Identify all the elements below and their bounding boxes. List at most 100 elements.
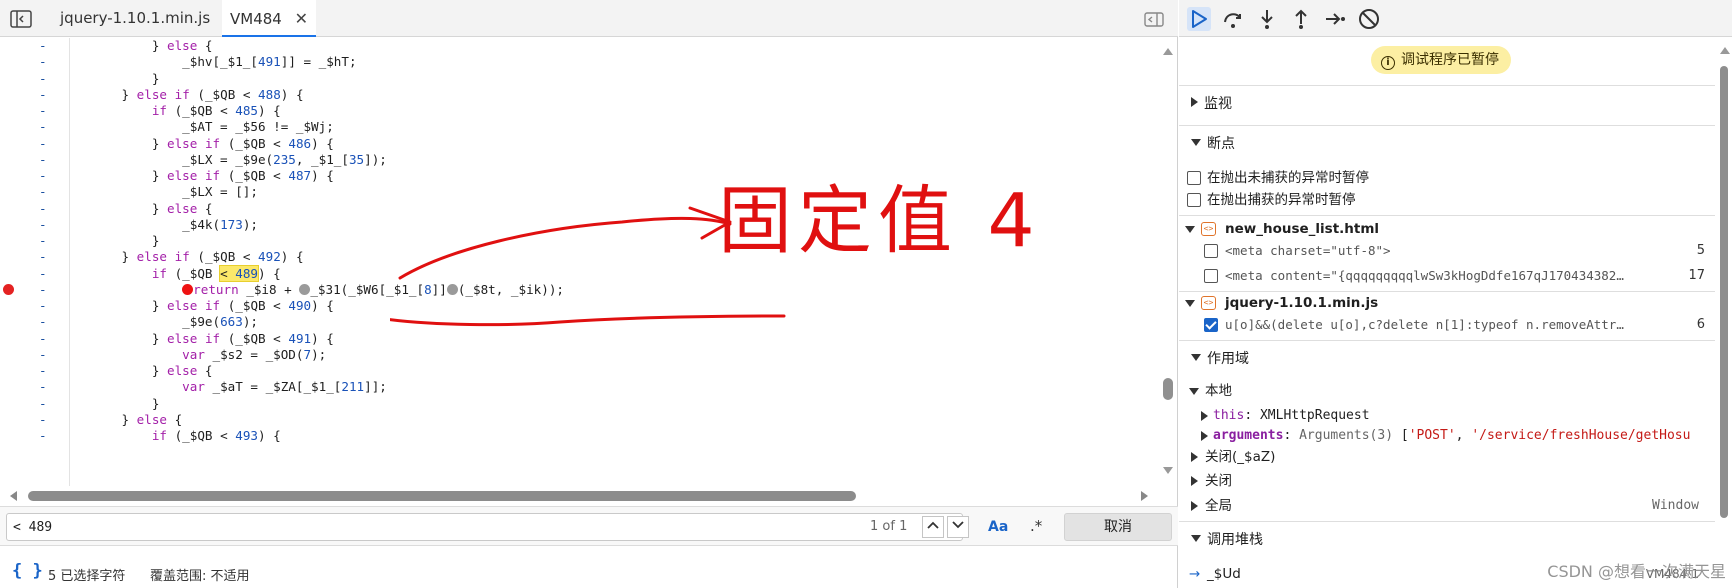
step-icon[interactable] bbox=[1323, 7, 1347, 31]
inline-breakpoint-icon[interactable] bbox=[182, 284, 194, 295]
scroll-up-icon[interactable] bbox=[1162, 46, 1174, 56]
scope-local[interactable]: 本地 bbox=[1179, 380, 1715, 402]
section-breakpoints[interactable]: 断点 bbox=[1179, 125, 1715, 161]
bp-file-new-house[interactable]: <> new_house_list.html bbox=[1179, 218, 1715, 240]
editor-tab-bar: jquery-1.10.1.min.js VM484 ✕ bbox=[0, 0, 1178, 37]
info-icon: i bbox=[1381, 56, 1395, 70]
editor-vscroll-thumb[interactable] bbox=[1163, 378, 1173, 400]
line-marker[interactable]: - bbox=[39, 248, 47, 266]
scope-local-label: 本地 bbox=[1205, 383, 1232, 399]
tab-label: VM484 bbox=[230, 10, 282, 28]
file-js-icon: <> bbox=[1201, 296, 1216, 310]
line-marker[interactable]: - bbox=[39, 427, 47, 445]
chevron-down-icon bbox=[952, 521, 964, 529]
debugger-toolbar bbox=[1179, 0, 1732, 37]
step-into-icon[interactable] bbox=[1255, 7, 1279, 31]
inline-breakpoint-icon[interactable] bbox=[446, 284, 458, 295]
step-over-icon[interactable] bbox=[1221, 7, 1245, 31]
search-next-button[interactable] bbox=[947, 516, 969, 538]
bp-file-jquery[interactable]: <> jquery-1.10.1.min.js bbox=[1179, 292, 1715, 314]
pause-caught-checkbox[interactable] bbox=[1187, 193, 1201, 207]
scope-global[interactable]: 全局 Window bbox=[1179, 495, 1715, 517]
deactivate-breakpoints-icon[interactable] bbox=[1357, 7, 1381, 31]
source-panel: jquery-1.10.1.min.js VM484 ✕ - } else {-… bbox=[0, 0, 1178, 588]
scroll-down-icon[interactable] bbox=[1162, 466, 1174, 476]
section-scope[interactable]: 作用域 bbox=[1179, 340, 1715, 376]
pause-uncaught-option[interactable]: 在抛出未捕获的异常时暂停 bbox=[1179, 167, 1715, 189]
bp-entry[interactable]: u[o]&&(delete u[o],c?delete n[1]:typeof … bbox=[1179, 314, 1715, 336]
bp-entry[interactable]: <meta charset="utf-8"> 5 bbox=[1179, 240, 1715, 262]
tab-vm484[interactable]: VM484 ✕ bbox=[222, 0, 317, 37]
collapse-triangle-icon bbox=[1185, 226, 1195, 233]
divider bbox=[1179, 215, 1715, 216]
scope-closure[interactable]: 关闭 bbox=[1179, 470, 1715, 492]
section-label: 作用域 bbox=[1207, 351, 1249, 367]
toggle-debugger-icon[interactable] bbox=[1144, 12, 1164, 27]
scope-arguments[interactable]: arguments: Arguments(3) ['POST', '/servi… bbox=[1179, 425, 1715, 447]
annotation-text: 固定值 4 bbox=[718, 178, 1041, 264]
collapse-triangle-icon bbox=[1185, 300, 1195, 307]
scope-args-s1: 'POST' bbox=[1408, 428, 1456, 443]
expand-triangle-icon bbox=[1201, 431, 1208, 441]
collapse-triangle-icon bbox=[1189, 388, 1199, 395]
pause-uncaught-checkbox[interactable] bbox=[1187, 171, 1201, 185]
collapse-triangle-icon bbox=[1191, 535, 1201, 542]
bp-file-name: new_house_list.html bbox=[1225, 221, 1380, 237]
match-case-toggle[interactable]: Aa bbox=[988, 519, 1008, 535]
step-out-icon[interactable] bbox=[1289, 7, 1313, 31]
search-bar: 1 of 1 Aa .* 取消 bbox=[0, 506, 1178, 546]
search-input[interactable] bbox=[6, 513, 963, 541]
line-marker[interactable]: - bbox=[39, 313, 47, 331]
bp-entry-line: 17 bbox=[1688, 268, 1705, 283]
tab-jquery[interactable]: jquery-1.10.1.min.js bbox=[52, 0, 218, 37]
scope-this[interactable]: this: XMLHttpRequest bbox=[1179, 405, 1715, 427]
section-watch[interactable]: 监视 bbox=[1179, 85, 1715, 121]
chevron-up-icon bbox=[927, 521, 939, 529]
search-prev-button[interactable] bbox=[922, 516, 944, 538]
watermark: CSDN @想看一次满天星 bbox=[1547, 562, 1726, 581]
line-marker[interactable]: - bbox=[39, 378, 47, 396]
scope-this-key: this bbox=[1213, 408, 1245, 423]
line-marker[interactable]: - bbox=[39, 118, 47, 136]
code-line[interactable]: - _$9e(663); bbox=[0, 313, 1160, 331]
code-line[interactable]: - _$AT = _$56 != _$Wj; bbox=[0, 118, 1160, 136]
bp-entry-checkbox[interactable] bbox=[1204, 269, 1218, 283]
editor-hscroll[interactable] bbox=[0, 486, 1160, 504]
code-text: _$AT = _$56 != _$Wj; bbox=[76, 119, 334, 134]
debugger-vscroll-thumb[interactable] bbox=[1720, 66, 1728, 518]
pause-caught-option[interactable]: 在抛出捕获的异常时暂停 bbox=[1179, 189, 1715, 211]
section-callstack[interactable]: 调用堆栈 bbox=[1179, 521, 1715, 557]
search-match-count: 1 of 1 bbox=[870, 519, 908, 534]
code-text: if (_$QB < 493) { bbox=[151, 428, 281, 443]
bp-entry-code: u[o]&&(delete u[o],c?delete n[1]:typeof … bbox=[1225, 317, 1624, 332]
editor-hscroll-thumb[interactable] bbox=[28, 491, 856, 501]
close-tab-icon[interactable]: ✕ bbox=[295, 0, 308, 37]
scope-closure[interactable]: 关闭(_$aZ) bbox=[1179, 446, 1715, 468]
code-text: } else if (_$QB < 492) { bbox=[76, 249, 304, 264]
code-line[interactable]: - _$hv[_$1_[491]] = _$hT; bbox=[0, 53, 1160, 71]
line-marker[interactable]: - bbox=[39, 53, 47, 71]
paused-banner: i 调试程序已暂停 bbox=[1371, 46, 1511, 74]
resume-icon[interactable] bbox=[1187, 7, 1211, 31]
debugger-panel: i 调试程序已暂停 监视 断点 在抛出未捕获的异常时暂停 在抛出捕获的异常时暂停 … bbox=[1179, 0, 1732, 588]
scroll-up-icon[interactable] bbox=[1719, 45, 1731, 55]
bp-entry-checkbox[interactable] bbox=[1204, 318, 1218, 332]
bp-entry-checkbox[interactable] bbox=[1204, 244, 1218, 258]
code-text: _$LX = []; bbox=[76, 184, 258, 199]
scope-args-type: Arguments(3) bbox=[1299, 428, 1394, 443]
bp-entry[interactable]: <meta content="{qqqqqqqqqlwSw3kHogDdfe16… bbox=[1179, 265, 1715, 287]
code-text: _$9e(663); bbox=[76, 314, 258, 329]
search-cancel-button[interactable]: 取消 bbox=[1064, 513, 1172, 541]
bp-file-name: jquery-1.10.1.min.js bbox=[1225, 295, 1379, 311]
code-line[interactable]: - if (_$QB < 493) { bbox=[0, 427, 1160, 445]
section-label: 断点 bbox=[1207, 136, 1235, 152]
line-marker[interactable]: - bbox=[39, 183, 47, 201]
code-line[interactable]: - var _$aT = _$ZA[_$1_[211]]; bbox=[0, 378, 1160, 396]
scroll-left-icon[interactable] bbox=[8, 490, 18, 502]
toggle-navigator-icon[interactable] bbox=[10, 10, 32, 28]
bp-entry-code: <meta content="{qqqqqqqqqlwSw3kHogDdfe16… bbox=[1225, 268, 1624, 283]
inline-breakpoint-icon[interactable] bbox=[299, 284, 311, 295]
scroll-right-icon[interactable] bbox=[1140, 490, 1150, 502]
pretty-print-button[interactable]: { } bbox=[12, 561, 43, 581]
regex-toggle[interactable]: .* bbox=[1030, 517, 1042, 535]
